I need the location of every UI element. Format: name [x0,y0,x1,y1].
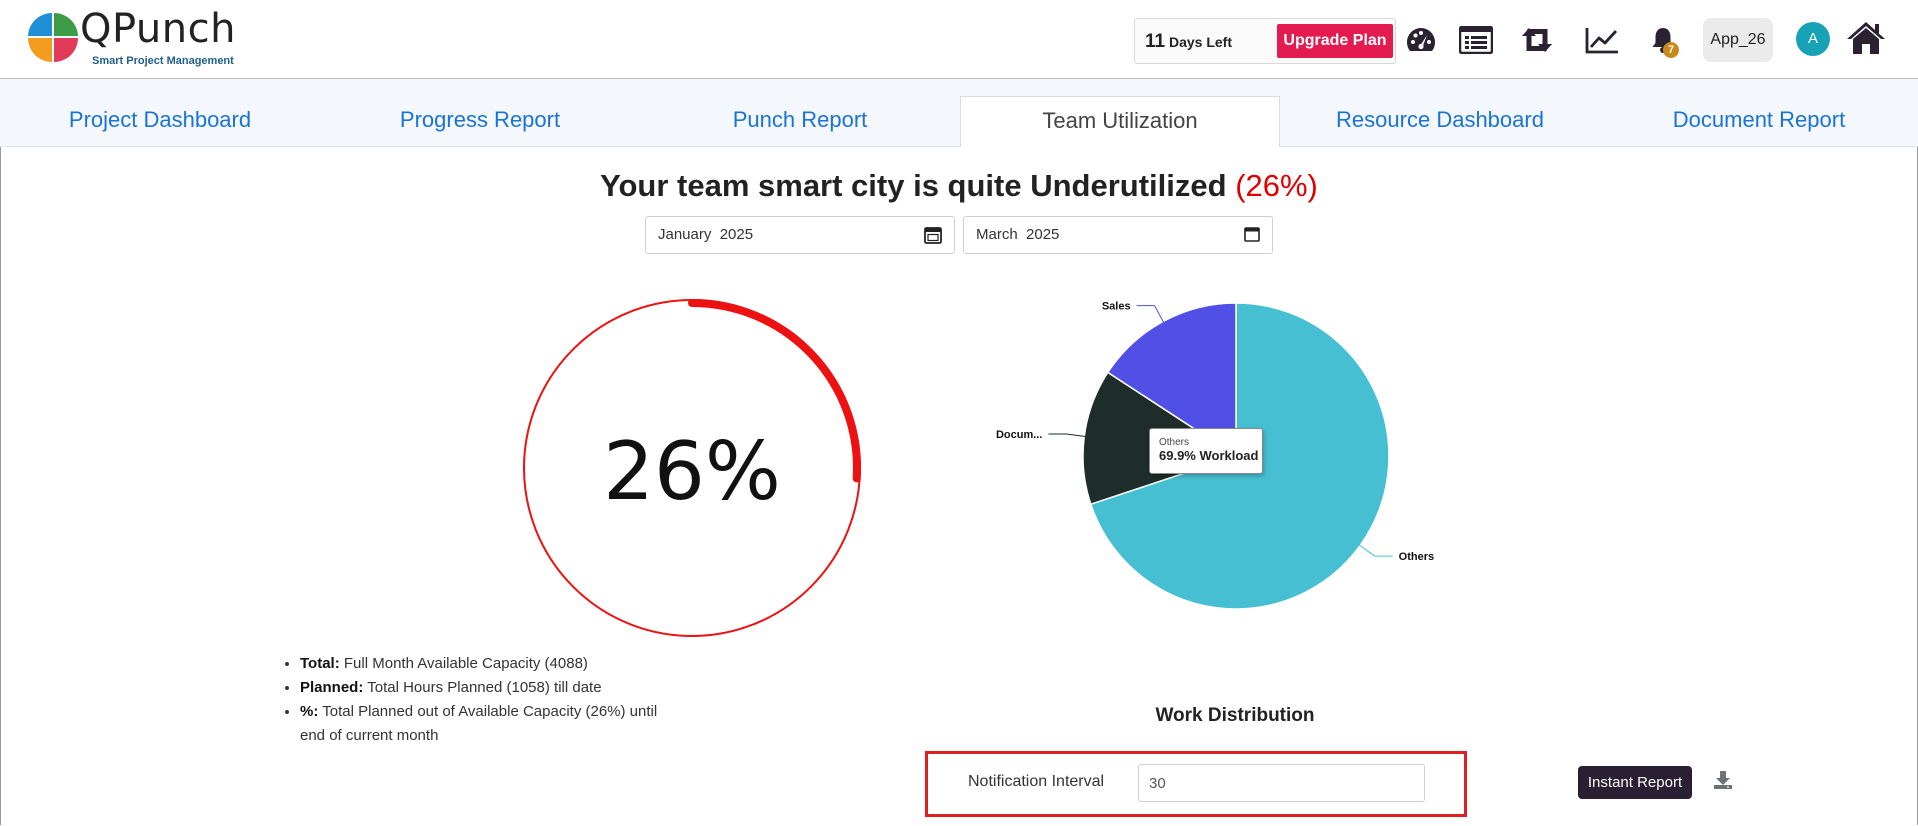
brand-tagline: Smart Project Management [92,55,234,67]
work-distribution-title: Work Distribution [1155,705,1315,726]
app-selector[interactable]: App_26 [1703,18,1773,62]
brand-name: QPunch [80,6,236,52]
pie-tooltip: Others 69.9% Workload [1149,428,1263,474]
legend-item-planned: Planned: Total Hours Planned (1058) till… [300,676,680,700]
tooltip-title: Others [1159,437,1190,448]
notification-interval-label: Notification Interval [968,773,1105,790]
dashboard-gauge-icon[interactable] [1401,20,1441,60]
tooltip-value: 69.9% Workload [1159,448,1259,463]
days-left-suffix: Days Left [1168,34,1233,50]
report-tabs: Project Dashboard Progress Report Punch … [0,79,1918,147]
list-icon[interactable] [1456,20,1496,60]
notification-count-badge: 7 [1663,42,1679,58]
retweet-icon[interactable] [1517,20,1557,60]
instant-report-button[interactable]: Instant Report [1578,766,1692,799]
headline-percent: (26%) [1235,168,1318,203]
tab-team-utilization[interactable]: Team Utilization [960,96,1280,147]
start-date-value: January 2025 [658,226,754,243]
capacity-legend: Total: Full Month Available Capacity (40… [280,652,680,748]
legend-item-percent: %: Total Planned out of Available Capaci… [300,700,680,748]
notification-interval-group: Notification Interval [925,751,1467,817]
bell-icon[interactable]: 7 [1643,20,1683,60]
calendar-icon[interactable] [924,226,942,244]
days-left-count: 11 [1145,31,1166,52]
start-date-input[interactable]: January 2025 [645,216,955,254]
tab-document-report[interactable]: Document Report [1600,79,1918,146]
tab-progress-report[interactable]: Progress Report [320,79,640,146]
trial-status-box: 11 Days Left Upgrade Plan [1134,18,1396,64]
end-date-input[interactable]: March 2025 [963,216,1273,254]
upgrade-plan-button[interactable]: Upgrade Plan [1277,24,1393,58]
qpunch-logo-icon[interactable] [26,12,80,62]
download-icon[interactable] [1713,770,1733,790]
home-icon[interactable] [1846,18,1886,58]
tab-project-dashboard[interactable]: Project Dashboard [0,79,320,146]
user-avatar[interactable]: A [1796,22,1830,56]
top-header: QPunch Smart Project Management 11 Days … [0,0,1918,79]
end-date-value: March 2025 [976,226,1060,243]
tab-resource-dashboard[interactable]: Resource Dashboard [1280,79,1600,146]
utilization-percent: 26% [603,425,781,518]
days-left-text: 11 Days Left [1145,31,1232,53]
line-chart-icon[interactable] [1582,20,1622,60]
notification-interval-input[interactable] [1138,764,1425,802]
legend-item-total: Total: Full Month Available Capacity (40… [300,652,680,676]
headline-text: Your team smart city is quite Underutili… [600,168,1227,203]
tab-punch-report[interactable]: Punch Report [640,79,960,146]
page-title: Your team smart city is quite Underutili… [0,168,1918,204]
calendar-icon[interactable] [1244,226,1260,242]
